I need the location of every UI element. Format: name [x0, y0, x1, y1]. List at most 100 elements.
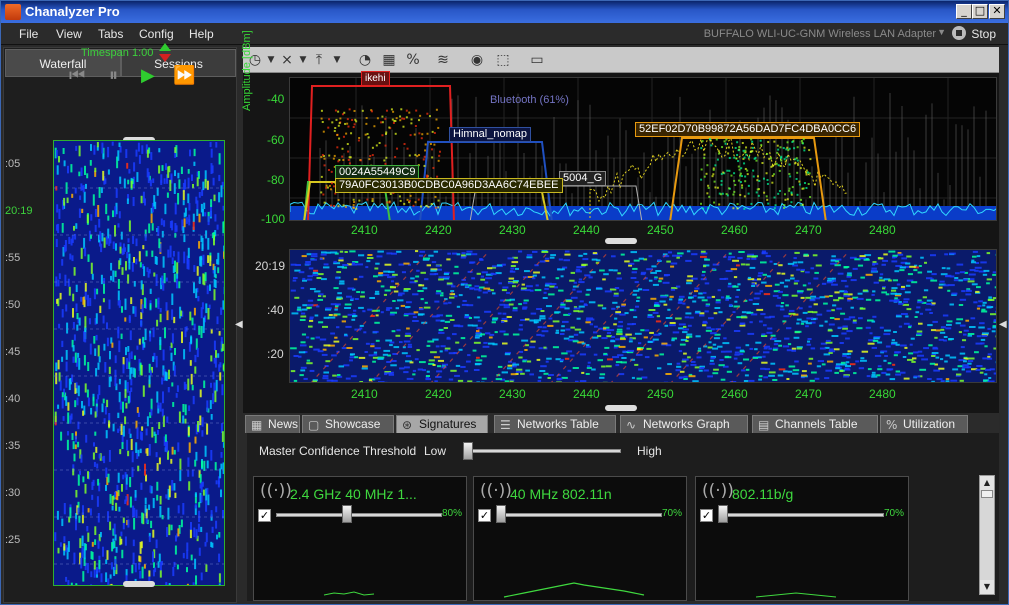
- threshold-high-label: High: [637, 444, 662, 458]
- x-tick: 2450: [647, 223, 674, 237]
- antenna-icon[interactable]: ◉: [467, 50, 487, 70]
- tab-showcase[interactable]: ▢ Showcase: [302, 415, 394, 433]
- wifi-icon[interactable]: ≋: [433, 50, 453, 70]
- confidence-slider-thumb[interactable]: [496, 505, 506, 523]
- signature-name: 40 MHz 802.11n: [510, 486, 612, 502]
- close-button[interactable]: ✕: [989, 4, 1005, 19]
- window-icon[interactable]: ▭: [527, 50, 547, 70]
- y-axis-label: Amplitude [dBm]: [241, 30, 253, 111]
- timespan-decrease-icon[interactable]: [159, 54, 171, 62]
- stop-icon[interactable]: [952, 26, 966, 40]
- network-label-5004[interactable]: 5004_G: [559, 171, 607, 186]
- confidence-value: 70%: [883, 508, 904, 519]
- network-label-ikehi[interactable]: ikehi: [361, 71, 390, 86]
- tab-channels-table[interactable]: ▤ Channels Table: [752, 415, 878, 433]
- left-time-label: :40: [5, 393, 21, 405]
- signature-card[interactable]: ((·)) 2.4 GHz 40 MHz 1... ✓ 80%: [253, 476, 467, 601]
- scrollbar-thumb[interactable]: [981, 490, 993, 498]
- confidence-slider-thumb[interactable]: [341, 505, 352, 523]
- confidence-value: 70%: [661, 508, 682, 519]
- tab-signatures[interactable]: ⊛ Signatures: [396, 415, 488, 433]
- left-time-label: :35: [5, 440, 21, 452]
- adapter-select[interactable]: BUFFALO WLI-UC-GNM Wireless LAN Adapter: [704, 28, 936, 40]
- chevron-down-icon[interactable]: ▼: [327, 50, 347, 70]
- signature-card[interactable]: ((·)) 40 MHz 802.11n ✓ 70%: [473, 476, 687, 601]
- density-icon[interactable]: ▦: [379, 50, 399, 70]
- skip-back-icon[interactable]: ⏮: [69, 65, 85, 86]
- threshold-slider-track[interactable]: [463, 449, 621, 453]
- threshold-slider-thumb[interactable]: [463, 442, 473, 460]
- minimize-button[interactable]: _: [956, 4, 972, 19]
- percent-icon[interactable]: %: [403, 50, 423, 70]
- maximize-button[interactable]: □: [972, 4, 988, 19]
- x-tick: 2430: [499, 387, 526, 401]
- menu-view[interactable]: View: [56, 27, 82, 41]
- x-tick: 2410: [351, 223, 378, 237]
- stop-button[interactable]: Stop: [971, 27, 996, 41]
- network-label-79a0[interactable]: 79A0FC3013B0CDBC0A96D3AA6C74EBEE: [335, 178, 563, 193]
- menu-tabs[interactable]: Tabs: [98, 27, 123, 41]
- timespan-increase-icon[interactable]: [159, 43, 171, 51]
- bluetooth-label: Bluetooth (61%): [490, 94, 569, 106]
- time-waterfall-plot[interactable]: [53, 140, 225, 586]
- confidence-slider-track[interactable]: [496, 513, 662, 517]
- menu-file[interactable]: File: [19, 27, 38, 41]
- app-icon: [5, 4, 21, 20]
- news-icon: ▦: [251, 418, 263, 432]
- spectrum-plot[interactable]: [289, 77, 997, 221]
- network-label-52ef[interactable]: 52EF02D70B99872A56DAD7FC4DBA0CC6: [635, 122, 861, 137]
- scroll-down-icon[interactable]: ▼: [980, 580, 994, 594]
- upload-icon[interactable]: ⤒: [309, 50, 329, 70]
- tab-label: Showcase: [325, 417, 381, 431]
- menu-config[interactable]: Config: [139, 27, 174, 41]
- tab-label: Channels Table: [775, 417, 858, 431]
- time-waterfall-svg: [54, 141, 224, 585]
- signature-card[interactable]: ((·)) 802.11b/g ✓ 70%: [695, 476, 909, 601]
- toolbar: ◷ ▼ ⨯ ▼ ⤒ ▼ ◔ ▦ % ≋ ◉ ⬚ ▭: [243, 47, 999, 73]
- tab-utilization[interactable]: % Utilization: [880, 415, 968, 433]
- left-time-label: :25: [5, 534, 21, 546]
- chevron-down-icon[interactable]: ▼: [937, 27, 946, 37]
- x-tick: 2420: [425, 223, 452, 237]
- pause-icon[interactable]: ⏸: [109, 65, 118, 86]
- spectrum-resize-handle[interactable]: [605, 238, 637, 244]
- scroll-up-icon[interactable]: ▲: [980, 476, 994, 490]
- tab-networks-table[interactable]: ☰ Networks Table: [494, 415, 616, 433]
- signature-checkbox[interactable]: ✓: [478, 509, 491, 522]
- collapse-right-icon[interactable]: ◀: [999, 319, 1007, 330]
- network-label-himnal[interactable]: Himnal_nomap: [449, 127, 531, 142]
- threshold-low-label: Low: [424, 444, 447, 458]
- tab-networks-graph[interactable]: ∿ Networks Graph: [620, 415, 748, 433]
- waterfall-bottom-handle[interactable]: [123, 581, 155, 587]
- y-tick: -40: [267, 92, 285, 106]
- collapse-left-icon[interactable]: ◀: [235, 319, 243, 330]
- menu-help[interactable]: Help: [189, 27, 214, 41]
- select-region-icon[interactable]: ⬚: [493, 50, 513, 70]
- left-time-label: :05: [5, 158, 21, 170]
- confidence-slider-track[interactable]: [718, 513, 884, 517]
- left-time-label: 20:19: [5, 205, 33, 217]
- y-tick: -100: [261, 212, 286, 226]
- x-tick: 2430: [499, 223, 526, 237]
- tab-news[interactable]: ▦ News: [245, 415, 300, 433]
- signature-checkbox[interactable]: ✓: [700, 509, 713, 522]
- signature-trace: [755, 592, 837, 598]
- waterfall-resize-handle[interactable]: [605, 405, 637, 411]
- play-icon[interactable]: ▶: [141, 65, 155, 86]
- gauge-icon[interactable]: ◔: [355, 50, 375, 70]
- tab-label: Networks Graph: [643, 417, 730, 431]
- window-title: Chanalyzer Pro: [25, 4, 120, 19]
- waterfall-time-label: 20:19: [255, 259, 286, 273]
- confidence-slider-track[interactable]: [276, 513, 442, 517]
- x-tick: 2460: [721, 223, 748, 237]
- x-tick: 2410: [351, 387, 378, 401]
- confidence-slider-thumb[interactable]: [718, 505, 728, 523]
- x-tick: 2470: [795, 387, 822, 401]
- frequency-waterfall-plot[interactable]: [289, 249, 997, 383]
- x-tick: 2440: [573, 387, 600, 401]
- signature-checkbox[interactable]: ✓: [258, 509, 271, 522]
- tab-label: Utilization: [903, 417, 956, 431]
- graph-icon: ∿: [626, 418, 637, 432]
- signatures-scrollbar[interactable]: ▲ ▼: [979, 475, 995, 595]
- fast-forward-icon[interactable]: ⏩: [173, 65, 195, 86]
